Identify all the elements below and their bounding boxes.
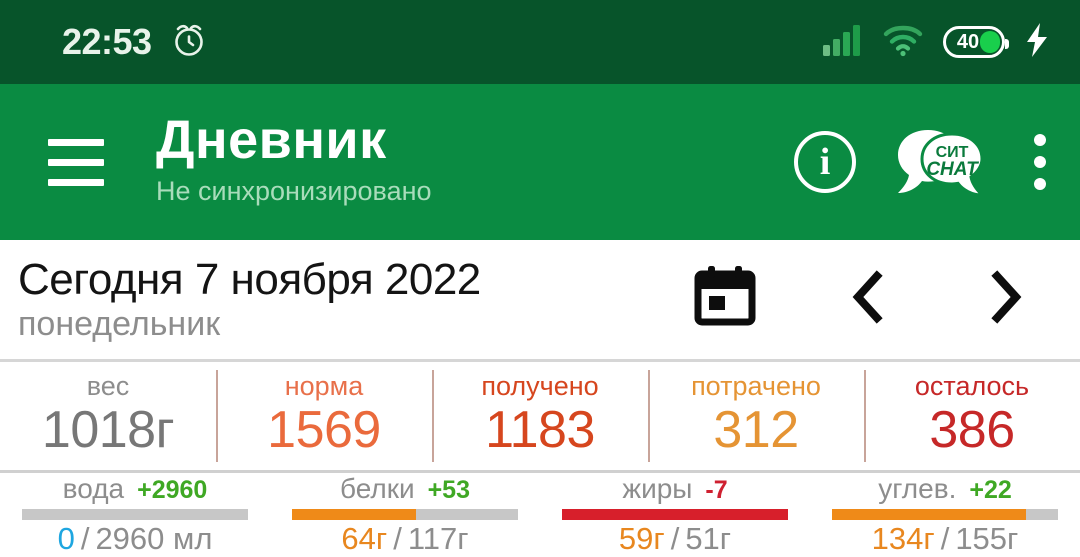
status-clock: 22:53	[62, 21, 152, 62]
svg-text:CHAT: CHAT	[926, 159, 979, 180]
lightning-bolt-icon	[1024, 21, 1050, 64]
nutrient-water[interactable]: вода +2960 0 / 2960 мл	[0, 473, 270, 557]
nutrient-progress-bar	[292, 509, 518, 520]
stat-received[interactable]: получено 1183	[432, 362, 648, 470]
stat-weight[interactable]: вес 1018г	[0, 362, 216, 470]
stat-burned[interactable]: потрачено 312	[648, 362, 864, 470]
nutrient-progress-fill	[832, 509, 1027, 520]
app-bar-titles: Дневник Не синхронизировано	[156, 112, 794, 211]
date-block[interactable]: Сегодня 7 ноября 2022 понедельник	[14, 256, 692, 344]
nutrient-current: 0	[57, 521, 75, 556]
nutrient-total: 51г	[685, 521, 732, 556]
chevron-right-icon[interactable]	[980, 268, 1030, 331]
stat-label: потрачено	[691, 371, 821, 402]
nutrient-total: 155г	[955, 521, 1019, 556]
nutrient-name: жиры	[622, 473, 693, 504]
sit-chat-icon[interactable]: СИТ CHAT	[894, 124, 986, 200]
nutrient-current: 134г	[871, 521, 935, 556]
hamburger-menu-icon[interactable]	[48, 138, 104, 186]
nutrient-summary-row: вода +2960 0 / 2960 мл белки +53 64г / 1…	[0, 473, 1080, 557]
nutrient-progress-bar	[22, 509, 248, 520]
nutrient-delta: -7	[705, 476, 728, 504]
current-date-text: Сегодня 7 ноября 2022	[18, 254, 481, 304]
nutrient-fat[interactable]: жиры -7 59г / 51г	[540, 473, 810, 557]
nutrient-delta: +2960	[137, 476, 208, 504]
nutrient-separator: /	[80, 521, 90, 556]
signal-bars-icon	[821, 23, 863, 62]
battery-indicator: 40	[943, 26, 1009, 58]
calendar-icon[interactable]	[692, 264, 758, 335]
nutrient-name: углев.	[878, 473, 957, 504]
date-navigation-bar: Сегодня 7 ноября 2022 понедельник	[0, 240, 1080, 362]
nutrient-total: 2960 мл	[95, 521, 213, 556]
stat-label: осталось	[914, 371, 1030, 402]
nutrient-carbs[interactable]: углев. +22 134г / 155г	[810, 473, 1080, 557]
calorie-summary-row: вес 1018г норма 1569 получено 1183 потра…	[0, 362, 1080, 473]
stat-label: получено	[481, 371, 599, 402]
app-bar: Дневник Не синхронизировано i СИТ CHAT	[0, 84, 1080, 240]
nutrient-name: вода	[62, 473, 125, 504]
nutrient-separator: /	[393, 521, 402, 556]
nutrient-progress-fill	[562, 509, 788, 520]
app-screen: 22:53 40 Дневник Не синхронизировано i С…	[0, 0, 1080, 557]
nutrient-header: углев. +22	[878, 475, 1012, 503]
status-bar-right: 40	[821, 21, 1050, 64]
overflow-menu-icon[interactable]	[1024, 130, 1056, 194]
chevron-left-icon[interactable]	[844, 268, 894, 331]
stat-norm[interactable]: норма 1569	[216, 362, 432, 470]
battery-level-text: 40	[956, 30, 980, 53]
nutrient-name: белки	[339, 473, 415, 504]
stat-value: 312	[713, 401, 799, 460]
stat-value: 1018г	[41, 401, 175, 460]
sync-status-text: Не синхронизировано	[156, 176, 432, 207]
nutrient-values: 59г / 51г	[619, 523, 731, 554]
nutrient-values: 134г / 155г	[872, 523, 1019, 554]
stat-value: 1183	[485, 401, 595, 460]
stat-label: норма	[284, 371, 364, 402]
nutrient-header: белки +53	[340, 475, 470, 503]
page-title: Дневник	[156, 110, 387, 171]
nutrient-header: вода +2960	[63, 475, 208, 503]
status-bar-left: 22:53	[62, 21, 208, 64]
wifi-icon	[882, 23, 924, 62]
nutrient-header: жиры -7	[622, 475, 727, 503]
nutrient-values: 0 / 2960 мл	[58, 523, 213, 554]
info-circle-icon[interactable]: i	[794, 131, 856, 193]
nutrient-progress-bar	[832, 509, 1058, 520]
nutrient-progress-bar	[562, 509, 788, 520]
alarm-clock-icon	[170, 21, 208, 64]
nutrient-total: 117г	[407, 521, 469, 556]
date-actions	[692, 264, 1046, 335]
nutrient-separator: /	[670, 521, 680, 556]
nutrient-current: 59г	[618, 521, 665, 556]
nutrient-progress-fill	[292, 509, 417, 520]
nutrient-separator: /	[940, 521, 950, 556]
nutrient-delta: +22	[969, 476, 1012, 504]
stat-value: 386	[929, 401, 1015, 460]
nutrient-delta: +53	[427, 476, 470, 504]
weekday-text: понедельник	[18, 305, 221, 344]
nutrient-protein[interactable]: белки +53 64г / 117г	[270, 473, 540, 557]
stat-remaining[interactable]: осталось 386	[864, 362, 1080, 470]
stat-value: 1569	[267, 401, 381, 460]
stat-label: вес	[86, 371, 130, 402]
app-bar-actions: i СИТ CHAT	[794, 124, 1056, 200]
nutrient-current: 64г	[341, 521, 388, 556]
status-bar: 22:53 40	[0, 0, 1080, 84]
nutrient-values: 64г / 117г	[341, 523, 468, 554]
